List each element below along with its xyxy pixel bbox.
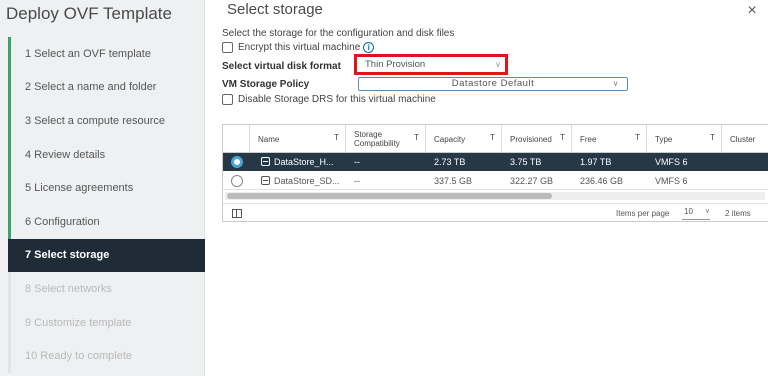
chevron-down-icon: ∨	[704, 208, 710, 215]
cell-name: DataStore_H...	[261, 153, 345, 171]
info-icon[interactable]: i	[363, 42, 375, 53]
column-free-label: Free	[580, 134, 597, 144]
wizard-nav: Deploy OVF Template 1 Select an OVF temp…	[0, 0, 205, 376]
row-radio[interactable]	[231, 156, 243, 168]
cell-name: DataStore_SD...	[261, 172, 345, 190]
wizard-title: Deploy OVF Template	[6, 4, 172, 23]
table-row[interactable]: DataStore_SD... -- 337.5 GB 322.27 GB 23…	[223, 172, 768, 190]
column-cluster-label: Cluster	[730, 134, 756, 144]
column-header-type[interactable]: Type T	[647, 125, 722, 153]
row-radio[interactable]	[231, 175, 243, 187]
step-select-ovf-template[interactable]: 1 Select an OVF template	[8, 37, 205, 71]
column-header-cluster[interactable]: Cluster	[722, 125, 768, 153]
storage-policy-label: VM Storage Policy	[222, 79, 310, 90]
storage-policy-value: Datastore Default	[451, 78, 535, 89]
main-panel: Select storage × Select the storage for …	[205, 0, 768, 376]
step-configuration[interactable]: 6 Configuration	[8, 204, 205, 239]
step-select-name-folder[interactable]: 2 Select a name and folder	[8, 70, 205, 105]
filter-icon[interactable]: T	[334, 133, 339, 142]
column-toggle-icon[interactable]	[232, 209, 242, 218]
cell-provisioned: 322.27 GB	[510, 176, 554, 186]
cell-compatibility: --	[354, 157, 360, 167]
cell-capacity: 337.5 GB	[434, 176, 473, 186]
cell-provisioned: 3.75 TB	[510, 157, 542, 167]
datastore-name: DataStore_H...	[274, 157, 334, 167]
disable-drs-row: Disable Storage DRS for this virtual mac…	[222, 94, 436, 105]
column-name-label: Name	[258, 134, 280, 144]
step-select-compute-resource[interactable]: 3 Select a compute resource	[8, 104, 205, 138]
step-customize-template: 9 Customize template	[8, 305, 205, 340]
step-review-details[interactable]: 4 Review details	[8, 137, 205, 172]
cell-free: 1.97 TB	[580, 157, 612, 167]
filter-icon[interactable]: T	[560, 133, 565, 142]
column-compatibility-label: Storage Compatibility	[354, 130, 400, 148]
encrypt-vm-label: Encrypt this virtual machine	[238, 42, 361, 53]
items-per-page-label: Items per page	[616, 209, 670, 218]
step-ready-to-complete: 10 Ready to complete	[8, 339, 205, 373]
grid-header: Name T Storage Compatibility T Capacity …	[223, 125, 768, 153]
datastore-grid: Name T Storage Compatibility T Capacity …	[222, 124, 768, 222]
datastore-icon	[261, 176, 270, 185]
cell-compatibility: --	[354, 176, 360, 186]
storage-policy-select[interactable]: Datastore Default ∨	[358, 77, 628, 91]
column-header-provisioned[interactable]: Provisioned T	[502, 125, 572, 153]
grid-footer: Items per page 10 ∨ 2 items	[223, 203, 768, 223]
column-header-capacity[interactable]: Capacity T	[426, 125, 502, 153]
page-subtitle: Select the storage for the configuration…	[222, 28, 455, 39]
scrollbar-thumb[interactable]	[227, 193, 552, 199]
column-header-compatibility[interactable]: Storage Compatibility T	[346, 125, 426, 153]
disable-drs-label: Disable Storage DRS for this virtual mac…	[238, 94, 436, 105]
items-per-page-select[interactable]: 10 ∨	[682, 207, 710, 220]
column-header-name[interactable]: Name T	[250, 125, 346, 153]
filter-icon[interactable]: T	[635, 133, 640, 142]
wizard-steps: 1 Select an OVF template 2 Select a name…	[8, 37, 205, 373]
column-provisioned-label: Provisioned	[510, 134, 552, 144]
disable-drs-checkbox[interactable]	[222, 94, 233, 105]
datastore-icon	[261, 157, 270, 166]
cell-type: VMFS 6	[655, 157, 688, 167]
close-icon[interactable]: ×	[744, 2, 760, 20]
items-per-page-value: 10	[684, 207, 693, 216]
column-header-free[interactable]: Free T	[572, 125, 647, 153]
step-license-agreements[interactable]: 5 License agreements	[8, 171, 205, 205]
table-row[interactable]: DataStore_H... -- 2.73 TB 3.75 TB 1.97 T…	[223, 153, 768, 171]
cell-capacity: 2.73 TB	[434, 157, 466, 167]
select-column-header	[223, 125, 250, 153]
datastore-name: DataStore_SD...	[274, 176, 340, 186]
encrypt-vm-row: Encrypt this virtual machine i	[222, 42, 375, 53]
filter-icon[interactable]: T	[414, 133, 419, 142]
filter-icon[interactable]: T	[710, 133, 715, 142]
highlight-box	[354, 54, 508, 75]
cell-free: 236.46 GB	[580, 176, 624, 186]
column-type-label: Type	[655, 134, 673, 144]
step-select-storage[interactable]: 7 Select storage	[8, 238, 205, 273]
step-select-networks: 8 Select networks	[8, 272, 205, 306]
horizontal-scrollbar[interactable]	[225, 192, 765, 200]
disk-format-label: Select virtual disk format	[222, 61, 341, 72]
page-title: Select storage	[227, 1, 323, 18]
filter-icon[interactable]: T	[490, 133, 495, 142]
column-capacity-label: Capacity	[434, 134, 466, 144]
encrypt-vm-checkbox[interactable]	[222, 42, 233, 53]
item-count: 2 items	[725, 209, 751, 218]
chevron-down-icon: ∨	[612, 79, 619, 88]
cell-type: VMFS 6	[655, 176, 688, 186]
